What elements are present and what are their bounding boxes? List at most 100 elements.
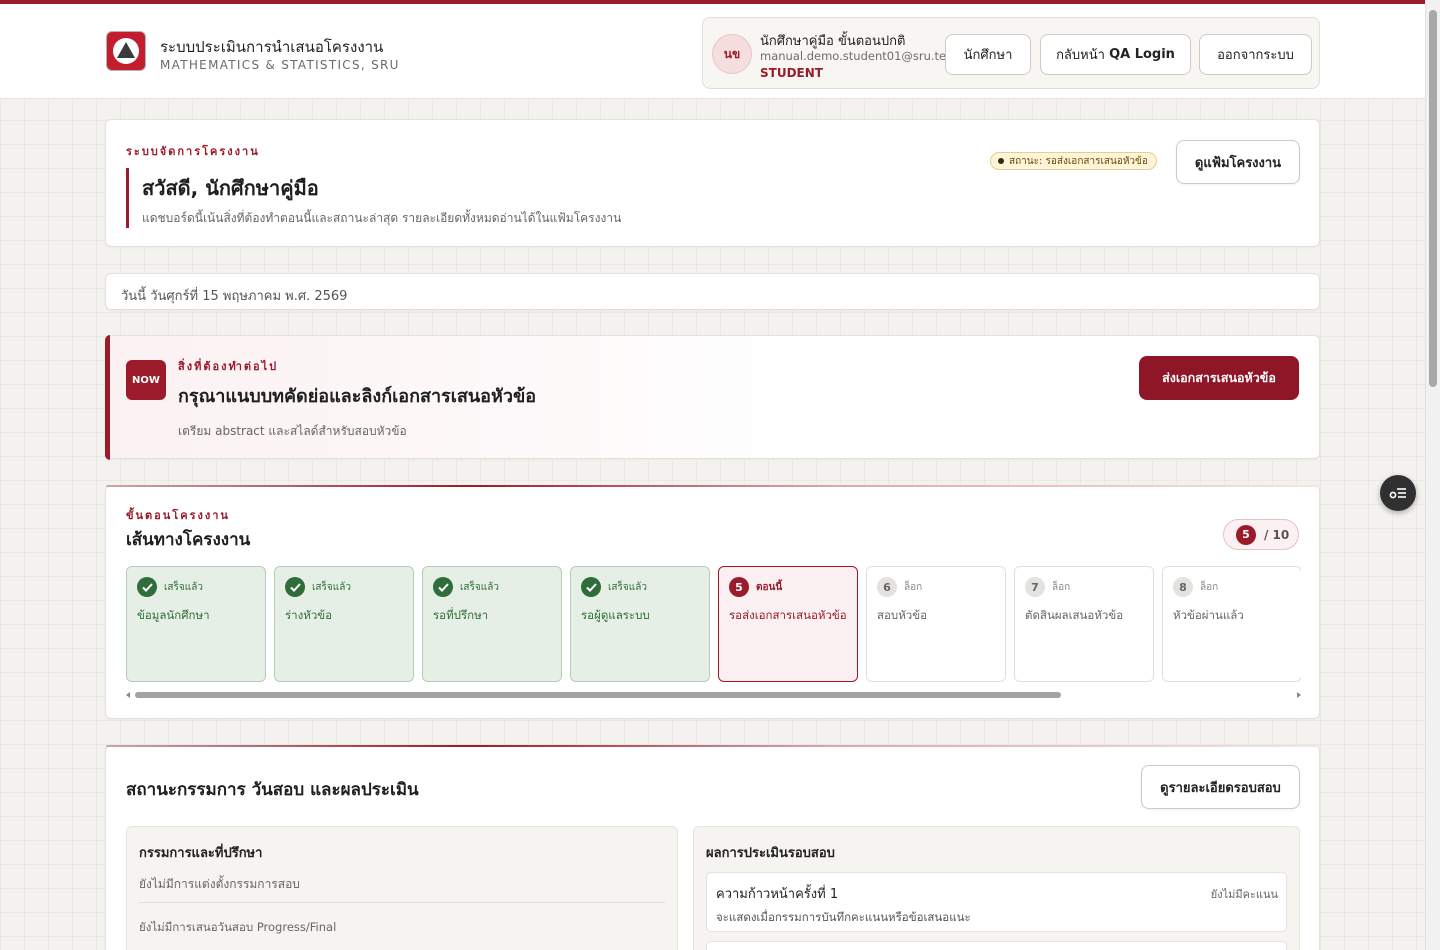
step-number: 7 [1025, 577, 1045, 597]
timeline-step[interactable]: เสร็จแล้วรอที่ปรึกษา [422, 566, 562, 682]
evaluation-item-score: ยังไม่มีคะแนน [1210, 888, 1278, 901]
next-action-accent-bar [105, 335, 110, 460]
step-state: ล็อก [904, 581, 923, 593]
step-number: 5 [729, 577, 749, 597]
view-exam-round-button[interactable]: ดูรายละเอียดรอบสอบ [1141, 765, 1300, 809]
timeline-step[interactable]: เสร็จแล้วข้อมูลนักศึกษา [126, 566, 266, 682]
step-header: เสร็จแล้ว [581, 577, 699, 597]
evaluation-panel-title: ผลการประเมินรอบสอบ [706, 846, 835, 861]
student-button[interactable]: นักศึกษา [945, 34, 1031, 75]
step-number: 6 [877, 577, 897, 597]
step-label: สอบหัวข้อ [877, 608, 928, 622]
avatar: นข [712, 34, 752, 74]
check-icon [581, 577, 601, 597]
brand-subtitle: MATHEMATICS & STATISTICS, SRU [160, 58, 400, 72]
step-label: รอผู้ดูแลระบบ [581, 608, 650, 622]
welcome-card: ระบบจัดการโครงงาน สวัสดี, นักศึกษาคู่มือ… [105, 119, 1320, 247]
check-icon [285, 577, 305, 597]
user-email: manual.demo.student01@sru.test [760, 49, 957, 63]
scroll-right-arrow-icon[interactable] [1297, 692, 1301, 698]
step-header: เสร็จแล้ว [137, 577, 255, 597]
step-state: เสร็จแล้ว [460, 581, 499, 593]
step-label: ตัดสินผลเสนอหัวข้อ [1025, 608, 1124, 622]
scroll-left-arrow-icon[interactable] [126, 692, 130, 698]
step-header: เสร็จแล้ว [433, 577, 551, 597]
next-action-card: NOW สิ่งที่ต้องทำต่อไป กรุณาแนบบทคัดย่อแ… [105, 335, 1320, 460]
back-button-prefix: กลับหน้า [1056, 48, 1105, 63]
submit-proposal-button[interactable]: ส่งเอกสารเสนอหัวข้อ [1139, 356, 1299, 400]
logout-button[interactable]: ออกจากระบบ [1199, 34, 1312, 75]
evaluation-item-title: ความก้าวหน้าครั้งที่ 1 [716, 887, 839, 902]
timeline-step[interactable]: 7 ล็อกตัดสินผลเสนอหัวข้อ [1014, 566, 1154, 682]
timeline-scrollbar[interactable] [126, 691, 1301, 699]
step-counter-total: / 10 [1264, 527, 1290, 542]
next-action-title: กรุณาแนบบทคัดย่อและลิงก์เอกสารเสนอหัวข้อ [178, 386, 537, 407]
step-state: เสร็จแล้ว [312, 581, 351, 593]
brand-title: ระบบประเมินการนำเสนอโครงงาน [160, 38, 384, 56]
list-settings-icon [1389, 488, 1406, 499]
next-action-eyebrow: สิ่งที่ต้องทำต่อไป [178, 360, 279, 373]
committee-panel-title: กรรมการและที่ปรึกษา [139, 846, 263, 861]
welcome-eyebrow: ระบบจัดการโครงงาน [126, 145, 260, 158]
step-label: ข้อมูลนักศึกษา [137, 608, 210, 622]
committee-status: ยังไม่มีการแต่งตั้งกรรมการสอบ [139, 877, 300, 891]
timeline-top-accent [106, 485, 1319, 487]
committee-card: สถานะกรรมการ วันสอบ และผลประเมิน ดูรายละ… [105, 745, 1320, 950]
back-qa-login-button[interactable]: กลับหน้า QA Login [1040, 34, 1191, 75]
step-label: รอที่ปรึกษา [433, 608, 489, 622]
timeline-scroll-thumb[interactable] [135, 692, 1061, 698]
page-scroll-thumb[interactable] [1429, 10, 1437, 387]
timeline-title: เส้นทางโครงงาน [126, 530, 251, 550]
university-logo [106, 31, 146, 71]
user-panel: นข นักศึกษาคู่มือ ขั้นตอนปกติ manual.dem… [702, 17, 1320, 89]
evaluation-panel: ผลการประเมินรอบสอบ ความก้าวหน้าครั้งที่ … [693, 826, 1300, 950]
floating-menu-button[interactable] [1380, 475, 1416, 511]
now-badge: NOW [126, 360, 166, 400]
evaluation-item: ความก้าวหน้าครั้งที่ 1 ยังไม่มีคะแนน จะแ… [706, 872, 1287, 932]
evaluation-item-description: จะแสดงเมื่อกรรมการบันทึกคะแนนหรือข้อเสนอ… [716, 910, 971, 924]
step-label: หัวข้อผ่านแล้ว [1173, 608, 1244, 622]
step-counter-current: 5 [1236, 524, 1256, 545]
welcome-accent-bar [126, 168, 129, 228]
next-action-description: เตรียม abstract และสไลด์สำหรับสอบหัวข้อ [178, 424, 407, 438]
timeline-steps: เสร็จแล้ว ข้อมูลนักศึกษา เสร็จแล้ว ร่างหัวข… [126, 566, 1301, 682]
welcome-title: สวัสดี, นักศึกษาคู่มือ [142, 176, 319, 200]
timeline-card: ขั้นตอนโครงงาน เส้นทางโครงงาน 5 / 10 เสร… [105, 485, 1320, 719]
evaluation-item [706, 941, 1287, 950]
check-icon [137, 577, 157, 597]
step-counter: 5 / 10 [1223, 519, 1299, 550]
step-header: 5 ตอนนี้ [729, 577, 847, 597]
user-name: นักศึกษาคู่มือ ขั้นตอนปกติ [760, 34, 906, 49]
status-badge: สถานะ: รอส่งเอกสารเสนอหัวข้อ [990, 152, 1157, 170]
step-state: ล็อก [1200, 581, 1219, 593]
committee-panel: กรรมการและที่ปรึกษา ยังไม่มีการแต่งตั้งก… [126, 826, 678, 950]
committee-top-accent [106, 745, 1319, 747]
step-label: รอส่งเอกสารเสนอหัวข้อ [729, 608, 847, 622]
timeline-step[interactable]: เสร็จแล้วร่างหัวข้อ [274, 566, 414, 682]
step-number: 8 [1173, 577, 1193, 597]
welcome-description: แดชบอร์ดนี้เน้นสิ่งที่ต้องทำตอนนี้และสถา… [142, 211, 622, 225]
step-state: เสร็จแล้ว [608, 581, 647, 593]
page-scrollbar[interactable] [1425, 0, 1440, 950]
back-button-strong: QA Login [1109, 47, 1175, 62]
step-header: เสร็จแล้ว [285, 577, 403, 597]
step-state: เสร็จแล้ว [164, 581, 203, 593]
step-header: 8 ล็อก [1173, 577, 1291, 597]
app-header: ระบบประเมินการนำเสนอโครงงาน MATHEMATICS … [0, 4, 1425, 99]
timeline-eyebrow: ขั้นตอนโครงงาน [126, 509, 230, 522]
step-state: ตอนนี้ [756, 581, 783, 593]
user-role: STUDENT [760, 66, 823, 80]
view-project-file-button[interactable]: ดูแฟ้มโครงงาน [1176, 140, 1300, 184]
step-header: 6 ล็อก [877, 577, 995, 597]
timeline-step[interactable]: เสร็จแล้วรอผู้ดูแลระบบ [570, 566, 710, 682]
timeline-step[interactable]: 5 ตอนนี้รอส่งเอกสารเสนอหัวข้อ [718, 566, 858, 682]
today-date: วันนี้ วันศุกร์ที่ 15 พฤษภาคม พ.ศ. 2569 [121, 289, 348, 304]
committee-title: สถานะกรรมการ วันสอบ และผลประเมิน [126, 780, 419, 800]
step-header: 7 ล็อก [1025, 577, 1143, 597]
timeline-step[interactable]: 6 ล็อกสอบหัวข้อ [866, 566, 1006, 682]
exam-date-status: ยังไม่มีการเสนอวันสอบ Progress/Final [139, 920, 337, 934]
step-label: ร่างหัวข้อ [285, 608, 333, 622]
check-icon [433, 577, 453, 597]
timeline-step[interactable]: 8 ล็อกหัวข้อผ่านแล้ว [1162, 566, 1301, 682]
step-state: ล็อก [1052, 581, 1071, 593]
